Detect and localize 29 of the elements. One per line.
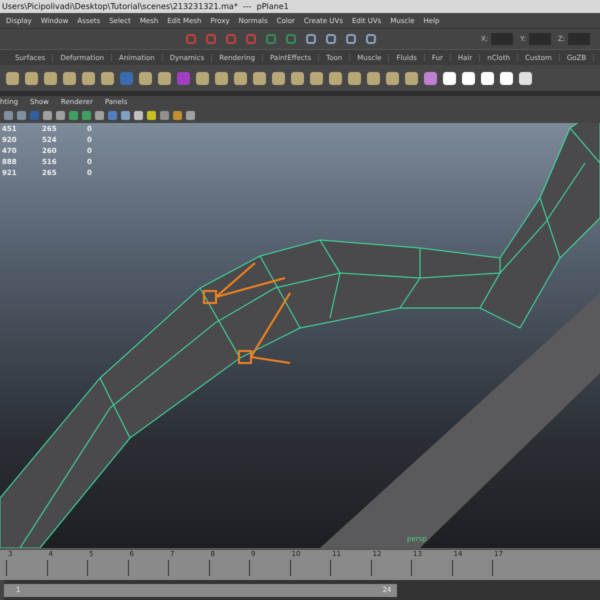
tool-icon[interactable] [386, 72, 399, 84]
tool-icon[interactable] [6, 72, 19, 84]
window-title: Users\Picipolivadi\Desktop\Tutorial\scenes\213231321.ma* --- pPlane1 [2, 2, 289, 11]
tool-icon[interactable] [500, 72, 513, 84]
tool-icon[interactable] [462, 72, 475, 84]
coordinate-field[interactable] [491, 33, 514, 45]
tool-icon[interactable] [44, 72, 57, 84]
tool-icon[interactable] [405, 72, 418, 84]
tool-icon[interactable] [82, 72, 95, 84]
tool-icon[interactable] [139, 72, 152, 84]
tool-icon[interactable] [348, 72, 361, 84]
tool-icon[interactable] [443, 72, 456, 84]
tool-icon[interactable] [196, 72, 209, 84]
tool-icon[interactable] [519, 72, 532, 84]
coordinate-field[interactable] [568, 33, 590, 45]
tool-icon[interactable] [329, 72, 342, 84]
tool-icon[interactable] [25, 72, 38, 84]
tool-icon[interactable] [158, 72, 171, 84]
tool-icon[interactable] [215, 72, 228, 84]
tool-icon[interactable] [253, 72, 266, 84]
tool-icon[interactable] [101, 72, 114, 84]
tool-icon[interactable] [481, 72, 494, 84]
tool-icon[interactable] [272, 72, 285, 84]
tool-icon[interactable] [63, 72, 76, 84]
tool-icon[interactable] [291, 72, 304, 84]
tool-icon[interactable] [367, 72, 380, 84]
coordinate-field[interactable] [528, 33, 551, 45]
tool-icon[interactable] [310, 72, 323, 84]
tool-icon[interactable] [234, 72, 247, 84]
